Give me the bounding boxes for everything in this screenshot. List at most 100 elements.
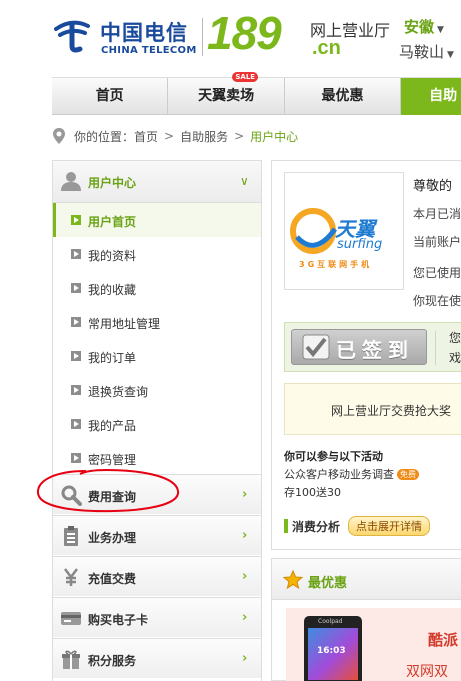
nav-item-self-service[interactable]: 自助 — [401, 78, 461, 115]
sidebar-section-buy-ecard[interactable]: 购买电子卡 › — [53, 597, 261, 637]
info-line-account: 当前账户 — [413, 235, 461, 249]
sidebar-item-label: 我的产品 — [88, 419, 137, 433]
arrow-bullet-icon — [71, 385, 81, 395]
card-icon — [61, 612, 81, 625]
magnifier-icon — [61, 485, 82, 506]
sidebar-item-my-profile[interactable]: 我的资料 — [53, 237, 261, 271]
main-nav: 首页 天翼卖场 SALE 最优惠 自助 — [52, 72, 461, 115]
divider — [435, 331, 436, 365]
sign-in-note-bottom: 戏 — [449, 351, 461, 365]
breadcrumb-separator: > — [164, 129, 175, 143]
breadcrumb-current: 用户中心 — [250, 129, 299, 144]
phone-image: Coolpad 16:03 — [304, 616, 362, 681]
sidebar-item-my-products[interactable]: 我的产品 — [53, 407, 261, 441]
breadcrumb-home[interactable]: 首页 — [134, 128, 158, 145]
promo-text: 网上营业厅交费抢大奖 — [331, 404, 452, 418]
page: 中国电信 CHINA TELECOM 189 .cn 网上营业厅 安徽 ▼ 马鞍山… — [0, 0, 461, 681]
sidebar-item-password[interactable]: 密码管理 — [53, 441, 261, 475]
province-selector[interactable]: 安徽 ▼ — [404, 16, 444, 37]
product-card[interactable]: 天翼 surfing 3G互联网手机 — [284, 172, 404, 290]
info-line-current: 你现在使 — [413, 294, 461, 308]
nav-item-label: 自助 — [429, 88, 458, 104]
clipboard-icon — [64, 526, 78, 546]
chevron-right-icon: › — [242, 569, 248, 584]
sidebar-section-label: 购买电子卡 — [88, 613, 149, 627]
phone-time: 16:03 — [317, 646, 346, 656]
sidebar-item-label: 我的订单 — [88, 351, 137, 365]
activity-item[interactable]: 公众客户移动业务调查 免费 — [284, 466, 419, 482]
sidebar-item-my-favorites[interactable]: 我的收藏 — [53, 271, 261, 305]
activity-points[interactable]: 存100送30 — [284, 484, 341, 500]
star-icon — [283, 570, 303, 590]
account-panel: 天翼 surfing 3G互联网手机 尊敬的 本月已消 当前账户 您已使用 你现… — [271, 160, 461, 550]
sidebar-item-label: 用户首页 — [88, 215, 137, 229]
sidebar-header-user-center[interactable]: 用户中心 ∨ — [53, 161, 261, 203]
breadcrumb-prefix: 你的位置： — [74, 129, 135, 144]
arrow-bullet-icon — [71, 317, 81, 327]
arrow-bullet-icon — [71, 215, 81, 225]
arrow-bullet-icon — [71, 249, 81, 259]
info-line-usage: 您已使用 — [413, 266, 461, 280]
arrow-bullet-icon — [71, 419, 81, 429]
free-badge: 免费 — [397, 469, 419, 480]
brand-name-cn: 中国电信 — [100, 21, 188, 45]
expand-details-button[interactable]: 点击展开详情 — [348, 516, 431, 536]
sidebar-section-label: 费用查询 — [88, 490, 137, 504]
gift-icon — [62, 650, 80, 669]
chevron-right-icon: › — [242, 487, 248, 502]
city-label: 马鞍山 — [399, 43, 445, 61]
sidebar-item-address-management[interactable]: 常用地址管理 — [53, 305, 261, 339]
province-label: 安徽 — [404, 18, 435, 36]
nav-item-label: 最优惠 — [321, 88, 364, 104]
product-name-en: surfing — [337, 237, 383, 252]
best-deals-title: 最优惠 — [308, 576, 348, 591]
arrow-bullet-icon — [71, 283, 81, 293]
sidebar-section-billing-query[interactable]: 费用查询 › — [53, 474, 261, 514]
sidebar-section-business[interactable]: 业务办理 › — [53, 515, 261, 555]
sign-in-label: 已签到 — [336, 338, 414, 362]
promo-banner[interactable]: 网上营业厅交费抢大奖 — [284, 383, 461, 435]
user-icon — [61, 172, 81, 191]
product-tagline: 3G互联网手机 — [299, 260, 373, 269]
sidebar-item-label: 我的收藏 — [88, 283, 137, 297]
sign-in-button[interactable]: 已签到 — [291, 329, 427, 365]
sidebar-section-label: 业务办理 — [88, 531, 137, 545]
sidebar-section-recharge[interactable]: 充值交费 › — [53, 556, 261, 596]
consumption-title: 消费分析 — [292, 519, 341, 534]
banner-title: 酷派 — [428, 631, 459, 649]
nav-item-label: 天翼卖场 — [198, 88, 255, 104]
breadcrumb: 你的位置： 首页 > 自助服务 > 用户中心 — [52, 126, 298, 146]
chevron-down-icon: ▼ — [437, 25, 444, 35]
sidebar-item-label: 我的资料 — [88, 249, 137, 263]
phone-brand: Coolpad — [318, 618, 343, 625]
info-line-monthly: 本月已消 — [413, 207, 461, 221]
hall-title: 网上营业厅 — [310, 21, 391, 40]
nav-item-best-deals[interactable]: 最优惠 — [285, 78, 402, 115]
breadcrumb-self-service[interactable]: 自助服务 — [180, 128, 228, 145]
arrow-bullet-icon — [71, 453, 81, 463]
sidebar-header-label: 用户中心 — [88, 176, 137, 190]
sign-in-bar: 已签到 您 戏 — [284, 322, 461, 372]
sidebar-item-my-orders[interactable]: 我的订单 — [53, 339, 261, 373]
china-telecom-logo-icon[interactable] — [52, 16, 92, 54]
consumption-analysis: 消费分析 点击展开详情 — [284, 516, 431, 536]
sidebar: 用户中心 ∨ 用户首页 我的资料 我的收藏 常用地址管理 我的订单 退换货查询 — [52, 160, 262, 681]
sidebar-section-label: 积分服务 — [88, 654, 137, 668]
nav-item-label: 首页 — [95, 88, 124, 104]
brand-number[interactable]: 189 — [207, 6, 282, 60]
sidebar-item-user-home[interactable]: 用户首页 — [53, 203, 261, 237]
activity-item-label: 公众客户移动业务调查 — [284, 468, 394, 481]
phone-promo-banner[interactable]: Coolpad 16:03 酷派 双网双待 — [286, 608, 461, 681]
sidebar-item-label: 常用地址管理 — [88, 317, 161, 331]
greeting: 尊敬的 — [413, 179, 453, 194]
chevron-down-icon: ∨ — [240, 174, 249, 188]
city-selector[interactable]: 马鞍山 ▼ — [399, 41, 454, 62]
chevron-down-icon: ▼ — [447, 50, 454, 60]
brand-name-en: CHINA TELECOM — [101, 45, 197, 56]
sidebar-section-points[interactable]: 积分服务 › — [53, 638, 261, 678]
activity-title: 你可以参与以下活动 — [284, 450, 383, 463]
nav-item-store[interactable]: 天翼卖场 SALE — [168, 72, 285, 115]
sidebar-item-returns[interactable]: 退换货查询 — [53, 373, 261, 407]
chevron-right-icon: › — [242, 528, 248, 543]
nav-item-home[interactable]: 首页 — [52, 78, 169, 115]
